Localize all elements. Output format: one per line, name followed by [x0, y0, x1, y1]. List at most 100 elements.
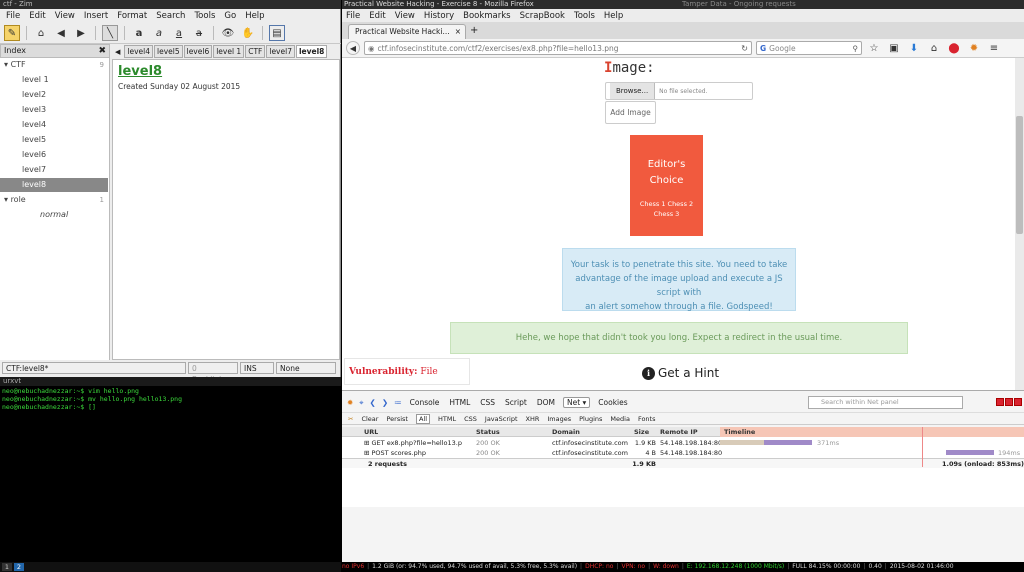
forward-icon[interactable]: ▶: [73, 25, 89, 41]
filter-fonts[interactable]: Fonts: [638, 415, 656, 423]
style-selector[interactable]: None: [276, 362, 336, 374]
inspect-icon[interactable]: ⌖: [359, 398, 363, 408]
url-bar[interactable]: ◉ ctf.infosecinstitute.com/ctf2/exercise…: [364, 41, 752, 55]
zim-menu-search[interactable]: Search: [156, 11, 185, 21]
back-icon[interactable]: ◀: [346, 41, 360, 55]
strike-icon[interactable]: a: [191, 25, 207, 41]
backlinks-button[interactable]: 0 Backlinks...: [188, 362, 238, 384]
index-item[interactable]: level3: [0, 103, 108, 117]
hamburger-menu-icon[interactable]: ≡: [986, 40, 1002, 56]
notebook-icon[interactable]: ✎: [4, 25, 20, 41]
ff-menu-scrapbook[interactable]: ScrapBook: [520, 11, 565, 21]
firebug-logo-icon[interactable]: ✹: [347, 398, 353, 407]
filter-css[interactable]: CSS: [464, 415, 477, 423]
attach-icon[interactable]: ✋: [240, 25, 256, 41]
chess-link-3[interactable]: Chess 3: [630, 209, 703, 219]
index-item[interactable]: level 1: [0, 73, 108, 87]
ff-menu-tools[interactable]: Tools: [574, 11, 595, 21]
col-status[interactable]: Status: [476, 427, 500, 437]
tabs-left-arrow-icon[interactable]: ◀: [112, 48, 123, 56]
tab-level4[interactable]: level4: [124, 45, 153, 58]
bookmarks-list-icon[interactable]: ▣: [886, 40, 902, 56]
home-icon[interactable]: ⌂: [33, 25, 49, 41]
page-editor[interactable]: level8 Created Sunday 02 August 2015: [112, 59, 340, 360]
workspace-2[interactable]: 2: [14, 563, 24, 571]
index-item[interactable]: level4: [0, 118, 108, 132]
zim-menu-insert[interactable]: Insert: [84, 11, 108, 21]
index-item[interactable]: level8: [0, 178, 108, 192]
filter-html[interactable]: HTML: [438, 415, 456, 423]
index-item[interactable]: ▾ role 1: [0, 193, 108, 207]
firebug-tab-console[interactable]: Console: [408, 398, 442, 407]
zim-menu-file[interactable]: File: [6, 11, 20, 21]
add-image-button[interactable]: Add Image: [605, 101, 656, 124]
col-url[interactable]: URL: [364, 427, 378, 437]
download-icon[interactable]: ⬇: [906, 40, 922, 56]
firebug-tab-net[interactable]: Net ▾: [562, 397, 591, 408]
scrollbar-thumb[interactable]: [1016, 116, 1023, 234]
firebug-tab-cookies[interactable]: Cookies: [596, 398, 629, 407]
tab-level7[interactable]: level7: [266, 45, 295, 58]
chess-links[interactable]: Chess 1 Chess 2: [630, 199, 703, 209]
index-item[interactable]: level6: [0, 148, 108, 162]
index-item[interactable]: level7: [0, 163, 108, 177]
edit-mode-icon[interactable]: ╲: [102, 25, 118, 41]
back-icon[interactable]: ◀: [53, 25, 69, 41]
index-item[interactable]: level2: [0, 88, 108, 102]
tab-level5[interactable]: level5: [154, 45, 183, 58]
preview-icon[interactable]: 👁: [220, 25, 236, 41]
index-item[interactable]: level5: [0, 133, 108, 147]
search-box[interactable]: G Google ⚲: [756, 41, 862, 55]
filter-xhr[interactable]: XHR: [526, 415, 540, 423]
firebug-icon[interactable]: ✹: [966, 40, 982, 56]
tab-ctf[interactable]: CTF: [245, 45, 266, 58]
index-item[interactable]: ▾ CTF 9: [0, 58, 108, 72]
zim-menu-go[interactable]: Go: [224, 11, 236, 21]
minimize-icon[interactable]: [996, 398, 1004, 406]
browser-tab[interactable]: Practical Website Hacki... ×: [348, 24, 466, 39]
tab-level8[interactable]: level8: [295, 45, 328, 58]
ff-menu-view[interactable]: View: [395, 11, 415, 21]
bookmark-star-icon[interactable]: ☆: [866, 40, 882, 56]
firebug-tab-html[interactable]: HTML: [447, 398, 472, 407]
tab-level6[interactable]: level6: [183, 45, 213, 58]
col-remote-ip[interactable]: Remote IP: [660, 427, 698, 437]
zim-menu-edit[interactable]: Edit: [29, 11, 45, 21]
firebug-tab-script[interactable]: Script: [503, 398, 529, 407]
ff-menu-edit[interactable]: Edit: [369, 11, 385, 21]
page-scrollbar[interactable]: [1015, 58, 1024, 390]
detach-icon[interactable]: [1005, 398, 1013, 406]
browse-button[interactable]: Browse...: [610, 83, 656, 99]
terminal-window[interactable]: urxvt neo@nebuchadnezzar:~$ vim hello.pn…: [0, 377, 341, 562]
filter-clear[interactable]: Clear: [361, 415, 378, 423]
pane-toggle-icon[interactable]: ▤: [269, 25, 285, 41]
filter-images[interactable]: Images: [547, 415, 571, 423]
search-icon[interactable]: ⚲: [853, 44, 859, 53]
highlight-icon[interactable]: a: [171, 25, 187, 41]
zim-menu-format[interactable]: Format: [117, 11, 147, 21]
file-input[interactable]: Browse... No file selected.: [605, 82, 753, 100]
ff-menu-help[interactable]: Help: [604, 11, 623, 21]
close-tab-icon[interactable]: ×: [455, 25, 461, 38]
filter-persist[interactable]: Persist: [386, 415, 408, 423]
tab-level-1[interactable]: level 1: [213, 45, 245, 58]
ff-menu-history[interactable]: History: [424, 11, 454, 21]
back-icon[interactable]: ❮: [370, 398, 376, 407]
index-item[interactable]: normal: [0, 208, 108, 222]
clear-net-icon[interactable]: ✂: [348, 415, 353, 423]
close-icon[interactable]: [1014, 398, 1022, 406]
firebug-tab-dom[interactable]: DOM: [535, 398, 557, 407]
new-tab-icon[interactable]: +: [470, 25, 478, 36]
zim-menu-view[interactable]: View: [55, 11, 75, 21]
filter-javascript[interactable]: JavaScript: [485, 415, 518, 423]
col-domain[interactable]: Domain: [552, 427, 580, 437]
zim-menu-help[interactable]: Help: [245, 11, 264, 21]
workspace-1[interactable]: 1: [2, 563, 12, 571]
timeline-header[interactable]: Timeline: [720, 427, 1024, 437]
close-icon[interactable]: ✖: [98, 45, 106, 57]
command-line-icon[interactable]: ≔: [394, 398, 402, 407]
adblock-icon[interactable]: ⬤: [946, 40, 962, 56]
net-panel-search[interactable]: Search within Net panel: [808, 396, 963, 409]
italic-icon[interactable]: a: [151, 25, 167, 41]
forward-icon[interactable]: ❯: [382, 398, 388, 407]
